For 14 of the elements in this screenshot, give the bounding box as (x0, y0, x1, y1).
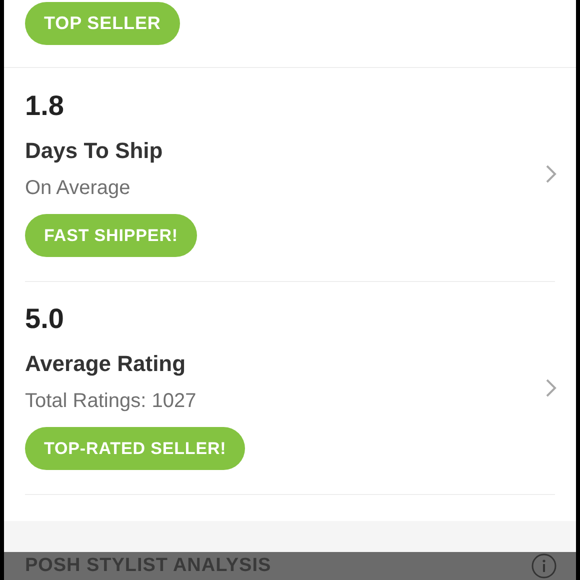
chevron-right-icon (545, 164, 557, 184)
stat-value: 5.0 (25, 304, 65, 333)
stat-badge: FAST SHIPPER! (25, 214, 197, 258)
stat-row[interactable]: 5.0 Average Rating Total Ratings: 1027 TOP-RATED SELLER! (25, 282, 555, 495)
stat-value: 1.8 (25, 92, 65, 120)
top-seller-badge: TOP SELLER (25, 2, 180, 45)
stat-subtitle: Total Ratings: 1027 (25, 390, 198, 411)
stat-subtitle: On Average (25, 178, 132, 198)
chevron-right-icon (545, 378, 557, 398)
stat-row[interactable]: 1.8 Days To Ship On Average FAST SHIPPER! (25, 68, 555, 282)
stat-label: Days To Ship (25, 140, 164, 162)
info-icon[interactable] (531, 552, 557, 579)
stat-label: Average Rating (25, 352, 187, 375)
stat-badge: TOP-RATED SELLER! (25, 426, 246, 470)
